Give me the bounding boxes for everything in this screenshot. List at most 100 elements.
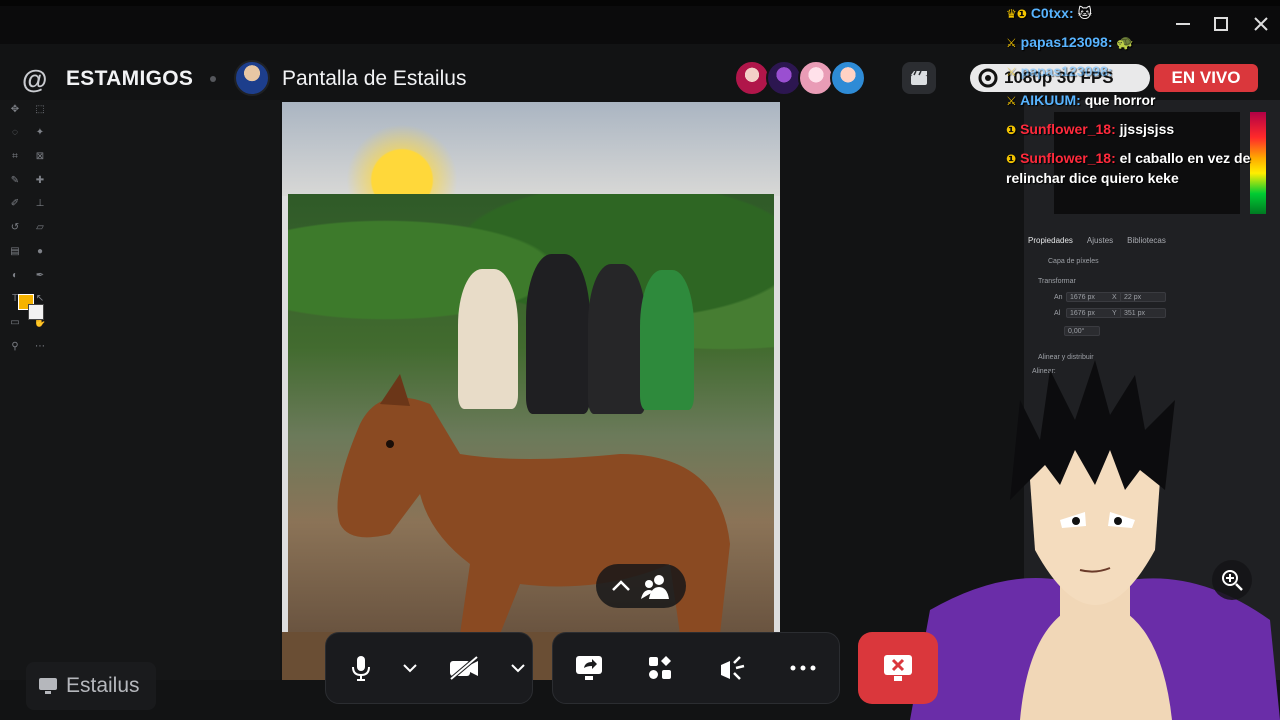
activities-apps-button[interactable] — [625, 632, 697, 704]
lasso-tool-icon: ◌ — [12, 127, 18, 139]
chat-nick: Sunflower_18: — [1020, 150, 1116, 166]
viewer-avatar[interactable] — [766, 60, 802, 96]
screen-title: Pantalla de Estailus — [282, 67, 467, 90]
dodge-tool-icon: ◐ — [11, 269, 19, 281]
server-name[interactable]: ESTAMIGOS — [66, 67, 193, 91]
separator-dot — [210, 76, 216, 82]
chat-text: que horror — [1084, 92, 1156, 108]
stop-watching-icon — [884, 655, 912, 681]
x-value: 22 px — [1124, 294, 1142, 301]
microphone-icon — [352, 656, 370, 681]
camera-options-button[interactable] — [504, 632, 532, 704]
chat-nick: Sunflower_18: — [1020, 121, 1116, 137]
camera-off-icon — [449, 656, 479, 680]
eye-icon — [978, 68, 998, 88]
properties-tabs: Propiedades Ajustes Bibliotecas — [1028, 236, 1268, 252]
soundboard-button[interactable] — [696, 632, 768, 704]
streamer-name-tag: Estailus — [26, 662, 156, 710]
chat-message: ❶ Sunflower_18: jjssjsjss — [1006, 120, 1278, 140]
history-brush-icon: ↺ — [10, 222, 20, 234]
camera-button[interactable] — [424, 632, 504, 704]
crop-tool-icon: ⌗ — [12, 150, 18, 162]
sword-badge-icon: ⚔ — [1006, 36, 1017, 50]
chat-message: ⚔ papas123098: — [1006, 62, 1278, 82]
screen-share-icon — [39, 678, 57, 694]
brush-tool-icon: ✐ — [10, 198, 20, 210]
more-icon — [790, 665, 816, 671]
eraser-tool-icon: ▱ — [36, 222, 44, 234]
height-value: 1676 px — [1070, 310, 1095, 317]
chat-nick: papas123098: — [1020, 63, 1113, 79]
tab-propiedades: Propiedades — [1028, 236, 1073, 245]
zoom-button[interactable] — [1212, 560, 1252, 600]
zoom-tool-icon: ⚲ — [11, 340, 19, 352]
emote-icon: 🐢 — [1116, 34, 1134, 50]
x-label: X — [1112, 294, 1117, 301]
audio-video-controls — [325, 632, 533, 704]
at-icon: @ — [22, 64, 48, 94]
leave-stream-button[interactable] — [858, 632, 938, 704]
stream-chat-overlay: ♛❶ C0txx: 🐱 ⚔ papas123098: 🐢 ⚔ papas1230… — [1006, 4, 1278, 197]
zoom-in-icon — [1222, 570, 1243, 591]
pen-tool-icon: ✒ — [35, 269, 45, 281]
microphone-options-button[interactable] — [396, 632, 424, 704]
screen-share-icon — [575, 656, 602, 680]
transform-label: Transformar — [1038, 278, 1076, 285]
eyedropper-tool-icon: ✎ — [10, 174, 20, 186]
streamer-name: Estailus — [66, 674, 140, 697]
width-label: An — [1054, 294, 1063, 301]
crown-badge-icon: ♛❶ — [1006, 7, 1027, 21]
call-action-controls — [552, 632, 840, 704]
screen-share-viewer: ✥ ⬚ ◌ ✦ ⌗ ⊠ ✎ ✚ ✐ ⊥ ↺ ▱ ▤ ● ◐ ✒ T ↖ ▭ ✋ ⚲ ⋯ — [0, 0, 1280, 720]
chevron-down-icon — [403, 664, 417, 673]
streamer-avatar[interactable] — [234, 60, 270, 96]
rider-2-image — [526, 254, 590, 414]
microphone-button[interactable] — [326, 632, 396, 704]
photoshop-toolbar: ✥ ⬚ ◌ ✦ ⌗ ⊠ ✎ ✚ ✐ ⊥ ↺ ▱ ▤ ● ◐ ✒ T ↖ ▭ ✋ ⚲ ⋯ — [8, 100, 54, 360]
chat-nick: C0txx: — [1030, 5, 1074, 21]
sword-badge-icon: ⚔ — [1006, 65, 1017, 79]
height-label: Al — [1054, 310, 1061, 317]
activities-button[interactable] — [902, 62, 936, 94]
tab-bibliotecas: Bibliotecas — [1127, 236, 1166, 245]
chat-message: ⚔ papas123098: 🐢 — [1006, 33, 1278, 53]
more-tools-icon: ⋯ — [35, 340, 45, 352]
wand-tool-icon: ✦ — [35, 127, 45, 139]
share-screen-button[interactable] — [553, 632, 625, 704]
chat-message: ❶ Sunflower_18: el caballo en vez de rel… — [1006, 149, 1278, 188]
participants-icon[interactable] — [641, 573, 671, 599]
vtuber-avatar-image — [910, 360, 1280, 720]
viewer-avatar[interactable] — [798, 60, 834, 96]
more-options-button[interactable] — [768, 632, 840, 704]
gradient-tool-icon: ▤ — [10, 245, 20, 257]
heal-tool-icon: ✚ — [35, 174, 45, 186]
photoshop-canvas — [282, 102, 780, 680]
chat-nick: papas123098: — [1020, 34, 1113, 50]
tab-ajustes: Ajustes — [1086, 236, 1114, 245]
y-label: Y — [1112, 310, 1117, 317]
badge-icon: ❶ — [1006, 152, 1017, 166]
rider-3-image — [588, 264, 646, 414]
viewer-avatar[interactable] — [830, 60, 866, 96]
viewer-avatars[interactable] — [734, 60, 866, 96]
viewer-avatar[interactable] — [734, 60, 770, 96]
shape-tool-icon: ▭ — [10, 317, 20, 329]
rider-4-image — [640, 270, 694, 410]
collapse-participants-pill[interactable] — [596, 564, 686, 608]
stamp-tool-icon: ⊥ — [35, 198, 45, 210]
activities-icon — [649, 656, 672, 679]
clapperboard-icon — [911, 70, 927, 85]
frame-tool-icon: ⊠ — [35, 150, 45, 162]
chat-nick: AIKUUM: — [1020, 92, 1081, 108]
background-color-swatch — [28, 304, 44, 320]
chat-message: ♛❶ C0txx: 🐱 — [1006, 4, 1278, 24]
rider-1-image — [458, 269, 518, 409]
sword-badge-icon: ⚔ — [1006, 94, 1017, 108]
layer-type-label: Capa de píxeles — [1048, 258, 1099, 265]
chat-text: jjssjsjss — [1119, 121, 1175, 137]
chevron-up-icon[interactable] — [611, 580, 631, 592]
emote-icon: 🐱 — [1077, 5, 1093, 21]
blur-tool-icon: ● — [36, 245, 44, 257]
soundboard-icon — [720, 656, 745, 680]
badge-icon: ❶ — [1006, 123, 1017, 137]
